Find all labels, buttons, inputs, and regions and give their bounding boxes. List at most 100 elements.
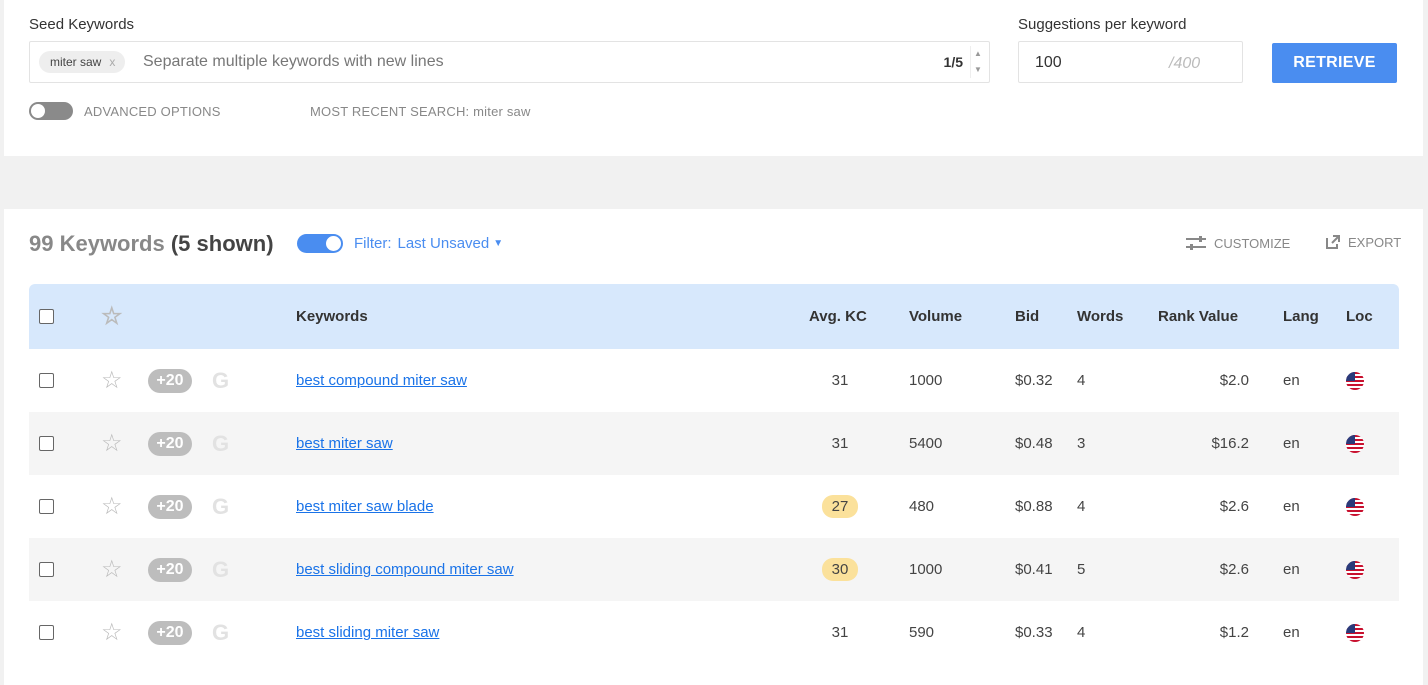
suggestions-label: Suggestions per keyword	[1018, 16, 1187, 33]
seed-keyword-stepper[interactable]: ▲ ▼	[970, 46, 985, 78]
star-icon[interactable]: ☆	[101, 620, 123, 645]
row-checkbox[interactable]	[39, 499, 54, 514]
us-flag-icon	[1346, 497, 1364, 516]
star-icon[interactable]: ☆	[101, 368, 123, 393]
header-words[interactable]: Words	[1077, 284, 1123, 349]
table-row: ☆ +20 Gbest compound miter saw 31 1000 $0.32 4…	[29, 349, 1399, 412]
bid-value: $0.33	[1015, 624, 1053, 641]
row-kc-cell: 31	[809, 349, 871, 412]
table-row: ☆ +20 Gbest miter saw 31 5400 $0.48 3 $16.2 en	[29, 412, 1399, 475]
us-flag-icon	[1346, 434, 1364, 453]
advanced-options-label[interactable]: ADVANCED OPTIONS	[84, 104, 221, 119]
row-star-cell: ☆	[101, 601, 123, 664]
row-checkbox[interactable]	[39, 373, 54, 388]
results-panel: 99 Keywords (5 shown) Filter: Last Unsave…	[4, 209, 1423, 685]
row-kc-cell: 31	[809, 601, 871, 664]
row-checkbox[interactable]	[39, 625, 54, 640]
volume-value: 1000	[909, 561, 943, 578]
chip-remove-icon[interactable]: x	[109, 55, 115, 69]
row-star-cell: ☆	[101, 412, 123, 475]
keyword-link[interactable]: best miter saw blade	[296, 498, 434, 515]
lang-value: en	[1283, 435, 1300, 452]
row-star-cell: ☆	[101, 475, 123, 538]
keyword-link[interactable]: best miter saw	[296, 435, 393, 452]
filter-toggle[interactable]	[297, 234, 343, 253]
rank-value: $2.0	[1219, 372, 1249, 389]
header-rank-value[interactable]: Rank Value	[1158, 284, 1238, 349]
google-icon[interactable]: G	[212, 620, 229, 646]
filter-dropdown[interactable]: Last Unsaved ▼	[398, 235, 504, 252]
sliders-icon	[1186, 236, 1206, 250]
export-button[interactable]: EXPORT	[1326, 235, 1401, 250]
row-kc-cell: 27	[809, 475, 871, 538]
customize-button[interactable]: CUSTOMIZE	[1186, 236, 1290, 251]
seed-keywords-field[interactable]: miter saw x 1/5 ▲ ▼	[29, 41, 990, 83]
google-icon[interactable]: G	[212, 494, 229, 520]
star-icon[interactable]: ☆	[101, 494, 123, 519]
google-icon[interactable]: G	[212, 431, 229, 457]
google-icon[interactable]: G	[212, 368, 229, 394]
avg-kc-value: 31	[831, 624, 849, 641]
stepper-up-icon[interactable]: ▲	[971, 46, 985, 62]
header-volume[interactable]: Volume	[909, 284, 962, 349]
rank-value: $1.2	[1219, 624, 1249, 641]
suggestions-value[interactable]: 100	[1035, 54, 1062, 72]
row-star-cell: ☆	[101, 538, 123, 601]
row-plus-cell: +20	[148, 349, 192, 412]
export-icon	[1326, 235, 1340, 249]
filter-control: Filter: Last Unsaved ▼	[354, 235, 503, 252]
row-select-cell	[39, 412, 54, 475]
row-checkbox[interactable]	[39, 436, 54, 451]
row-checkbox[interactable]	[39, 562, 54, 577]
retrieve-button[interactable]: RETRIEVE	[1272, 43, 1397, 83]
star-icon[interactable]: ☆	[101, 431, 123, 456]
lang-value: en	[1283, 372, 1300, 389]
row-select-cell	[39, 538, 54, 601]
suggestions-per-keyword-field[interactable]: 100 /400	[1018, 41, 1243, 83]
advanced-options-toggle[interactable]	[29, 102, 73, 120]
stepper-down-icon[interactable]: ▼	[971, 62, 985, 78]
more-suggestions-badge[interactable]: +20	[148, 494, 192, 519]
star-icon[interactable]: ☆	[101, 557, 123, 582]
header-bid[interactable]: Bid	[1015, 284, 1039, 349]
google-icon[interactable]: G	[212, 557, 229, 583]
select-all-checkbox[interactable]	[39, 309, 54, 324]
seed-keyword-chip-label: miter saw	[50, 55, 102, 69]
keyword-count: 99 Keywords	[29, 231, 165, 256]
us-flag-icon	[1346, 371, 1364, 390]
more-suggestions-badge[interactable]: +20	[148, 620, 192, 645]
avg-kc-value: 31	[831, 372, 849, 389]
words-value: 4	[1077, 624, 1086, 641]
select-all-cell	[39, 284, 54, 349]
row-plus-cell: +20	[148, 538, 192, 601]
volume-value: 480	[909, 498, 935, 515]
header-avg-kc[interactable]: Avg. KC	[809, 284, 867, 349]
lang-value: en	[1283, 561, 1300, 578]
table-row: ☆ +20 Gbest sliding miter saw 31 590 $0.33 4 $1…	[29, 601, 1399, 664]
export-label: EXPORT	[1348, 235, 1402, 250]
row-loc-cell	[1346, 601, 1364, 664]
keyword-link[interactable]: best sliding compound miter saw	[296, 561, 514, 578]
seed-keywords-input[interactable]	[143, 50, 923, 74]
row-select-cell	[39, 349, 54, 412]
row-google-cell: G	[212, 475, 229, 538]
row-plus-cell: +20	[148, 601, 192, 664]
row-google-cell: G	[212, 538, 229, 601]
avg-kc-value: 31	[831, 435, 849, 452]
header-loc[interactable]: Loc	[1346, 284, 1373, 349]
header-keywords[interactable]: Keywords	[296, 284, 368, 349]
more-suggestions-badge[interactable]: +20	[148, 431, 192, 456]
keyword-link[interactable]: best sliding miter saw	[296, 624, 439, 641]
us-flag-icon	[1346, 623, 1364, 642]
row-loc-cell	[1346, 475, 1364, 538]
star-icon[interactable]: ☆	[101, 304, 123, 329]
keyword-link[interactable]: best compound miter saw	[296, 372, 467, 389]
more-suggestions-badge[interactable]: +20	[148, 557, 192, 582]
more-suggestions-badge[interactable]: +20	[148, 368, 192, 393]
header-lang[interactable]: Lang	[1283, 284, 1319, 349]
bid-value: $0.41	[1015, 561, 1053, 578]
row-keyword-cell: best miter saw blade	[296, 475, 434, 538]
words-value: 3	[1077, 435, 1086, 452]
bid-value: $0.48	[1015, 435, 1053, 452]
seed-keywords-label: Seed Keywords	[29, 16, 135, 33]
